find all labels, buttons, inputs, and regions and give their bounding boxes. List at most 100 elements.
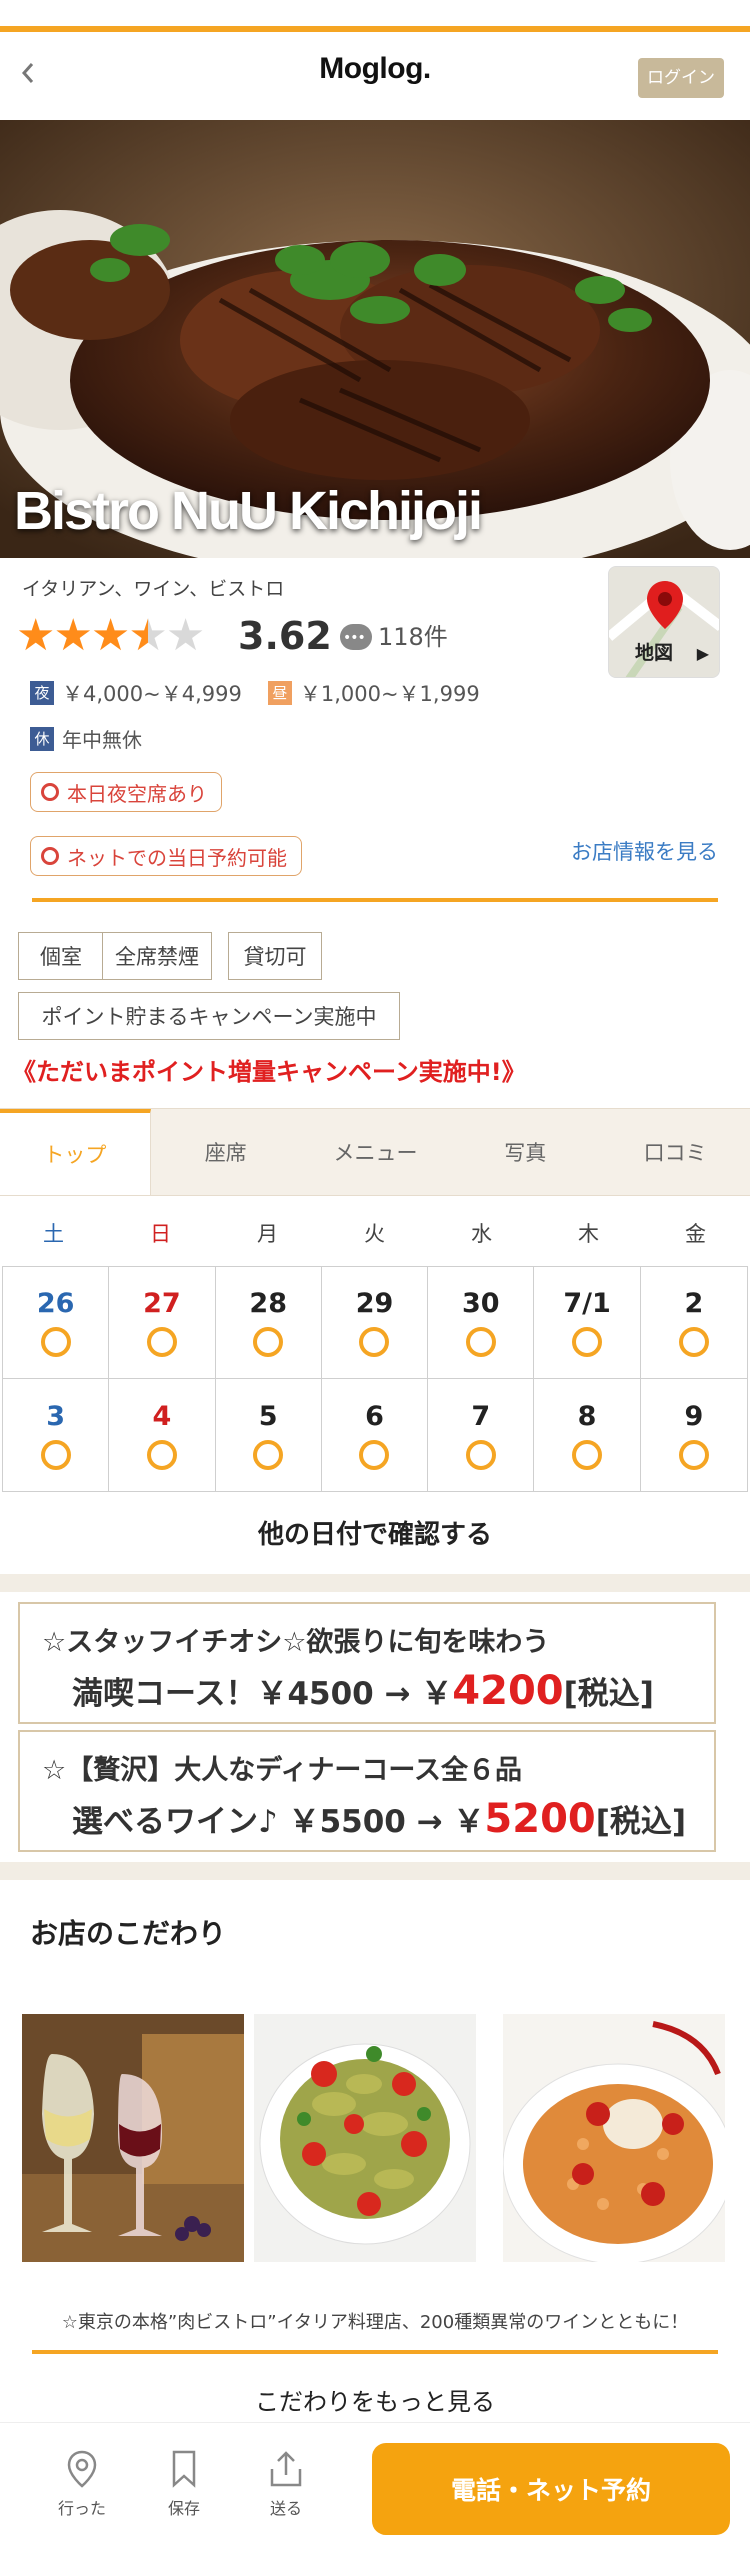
available-circle-icon xyxy=(678,1327,709,1357)
share-button[interactable]: 送る xyxy=(246,2449,326,2519)
course-price-text: 満喫コース！￥4500 → ￥ xyxy=(72,1676,453,1712)
calendar-day[interactable]: 29 xyxy=(321,1267,429,1379)
restaurant-name: Bistro NuU Kichijoji xyxy=(14,481,483,541)
hero-image: Bistro NuU Kichijoji xyxy=(0,120,750,558)
available-circle-icon xyxy=(40,1327,71,1357)
map-label: 地図 xyxy=(635,642,674,664)
tab-top[interactable]: トップ xyxy=(0,1109,151,1195)
tab-menu[interactable]: メニュー xyxy=(301,1109,451,1195)
holiday-row: 休 年中無休 xyxy=(30,724,142,753)
course-title: ☆スタッフイチオシ☆欲張りに旬を味わう xyxy=(42,1627,550,1658)
available-circle-icon xyxy=(572,1327,603,1357)
date-number: 4 xyxy=(152,1400,172,1432)
pasta-photo[interactable] xyxy=(254,2014,476,2262)
availability-calendar: 26 27 28 29 30 7/1 2 3 4 5 6 7 8 9 xyxy=(2,1266,748,1492)
date-number: 9 xyxy=(684,1400,704,1432)
day-of-week: 金 xyxy=(685,1222,706,1246)
course-card[interactable]: ☆スタッフイチオシ☆欲張りに旬を味わう 満喫コース！￥4500 → ￥4200[… xyxy=(18,1602,716,1724)
section-divider xyxy=(0,1862,750,1880)
calendar-day[interactable]: 6 xyxy=(322,1379,429,1491)
course-price-line: 選べるワイン♪ ￥5500 → ￥5200[税込] xyxy=(72,1796,686,1842)
course-price-text: 選べるワイン♪ ￥5500 → ￥ xyxy=(72,1804,485,1840)
available-circle-icon xyxy=(359,1439,390,1470)
save-label: 保存 xyxy=(167,2499,200,2518)
genre-text: イタリアン、ワイン、ビストロ xyxy=(22,578,285,600)
send-label: 送る xyxy=(269,2499,302,2518)
rating-stars: ★ ★ ★ ★ ★ xyxy=(16,610,206,661)
date-number: 6 xyxy=(365,1400,384,1432)
shop-info-link[interactable]: お店情報を見る xyxy=(571,836,718,866)
calendar-day[interactable]: 28 xyxy=(215,1267,322,1379)
campaign-banner: 《ただいまポイント増量キャンペーン実施中!》 xyxy=(12,1058,526,1086)
went-label: 行った xyxy=(57,2499,106,2518)
date-number: 27 xyxy=(143,1288,181,1319)
bookmark-icon xyxy=(172,2450,196,2488)
went-button[interactable]: 行った xyxy=(42,2449,122,2519)
star-icon-filled: ★ xyxy=(16,610,56,661)
feature-tag: 個室 xyxy=(18,932,104,980)
comment-bubble-icon xyxy=(340,621,372,655)
save-button[interactable]: 保存 xyxy=(144,2449,224,2519)
available-circle-icon xyxy=(359,1327,390,1357)
point-campaign-tag: ポイント貯まるキャンペーン実施中 xyxy=(18,992,400,1040)
kodawari-more-link[interactable]: こだわりをもっと見る xyxy=(0,2382,750,2417)
login-button[interactable]: ログイン xyxy=(638,58,724,98)
wine-glass-image xyxy=(22,2014,244,2262)
other-dates-link[interactable]: 他の日付で確認する xyxy=(0,1514,750,1551)
map-button[interactable]: 地図 ▶ xyxy=(608,566,720,678)
date-number: 7/1 xyxy=(563,1288,611,1319)
divider-line xyxy=(32,2350,718,2354)
calendar-day[interactable]: 3 xyxy=(3,1379,110,1491)
available-circle-icon xyxy=(572,1439,603,1470)
online-reservation-text: ネットでの当日予約可能 xyxy=(67,845,287,870)
course-card[interactable]: ☆【贅沢】大人なディナーコース全６品 選べるワイン♪ ￥5500 → ￥5200… xyxy=(18,1730,716,1852)
dinner-badge: 夜 xyxy=(30,681,54,705)
feature-tag: 全席禁煙 xyxy=(102,932,212,980)
calendar-day[interactable]: 26 xyxy=(3,1267,110,1379)
available-circle-icon xyxy=(146,1439,177,1470)
tab-reviews[interactable]: 口コミ xyxy=(600,1109,750,1195)
day-of-week: 木 xyxy=(578,1222,599,1246)
tab-seats[interactable]: 座席 xyxy=(151,1109,301,1195)
tab-bar: トップ 座席 メニュー 写真 口コミ xyxy=(0,1108,750,1196)
calendar-day[interactable]: 2 xyxy=(640,1267,747,1379)
calendar-day[interactable]: 30 xyxy=(428,1267,535,1379)
dinner-price: ￥4,000~￥4,999 xyxy=(62,682,242,706)
date-number: 5 xyxy=(258,1400,278,1432)
review-count-link[interactable]: 118件 xyxy=(340,620,448,655)
calendar-day[interactable]: 27 xyxy=(109,1267,216,1379)
bottom-action-bar: 行った 保存 送る 電話・ネット予約 xyxy=(0,2422,750,2560)
course-title: ☆【贅沢】大人なディナーコース全６品 xyxy=(42,1755,522,1786)
calendar-day[interactable]: 7/1 xyxy=(534,1267,641,1379)
play-arrow-icon: ▶ xyxy=(696,644,709,663)
section-divider xyxy=(0,1574,750,1592)
calendar-day[interactable]: 4 xyxy=(109,1379,216,1491)
day-of-week: 水 xyxy=(471,1222,492,1246)
price-row: 夜 ￥4,000~￥4,999 昼 ￥1,000~￥1,999 xyxy=(30,678,480,708)
location-pin-icon xyxy=(67,2450,97,2488)
reserve-button[interactable]: 電話・ネット予約 xyxy=(372,2443,730,2535)
holiday-text: 年中無休 xyxy=(62,728,142,752)
date-number: 29 xyxy=(355,1288,394,1319)
star-icon-empty: ★ xyxy=(165,610,206,661)
lunch-badge: 昼 xyxy=(267,681,292,705)
lunch-price: ￥1,000~￥1,999 xyxy=(299,682,480,706)
share-icon xyxy=(270,2451,302,2487)
circle-icon xyxy=(41,847,59,865)
available-circle-icon xyxy=(465,1327,496,1357)
calendar-day[interactable]: 9 xyxy=(641,1379,747,1491)
calendar-day[interactable]: 8 xyxy=(534,1379,641,1491)
available-circle-icon xyxy=(146,1327,177,1357)
calendar-day[interactable]: 5 xyxy=(216,1379,322,1491)
wine-photo[interactable] xyxy=(22,2014,244,2262)
course-sale-price: 5200 xyxy=(484,1796,596,1842)
risotto-photo[interactable] xyxy=(503,2014,725,2262)
calendar-day[interactable]: 7 xyxy=(428,1379,535,1491)
date-number: 7 xyxy=(471,1400,491,1432)
day-of-week: 土 xyxy=(43,1222,64,1246)
divider-line xyxy=(32,898,718,902)
day-of-week: 日 xyxy=(150,1222,171,1246)
available-circle-icon xyxy=(40,1439,71,1470)
tab-photos[interactable]: 写真 xyxy=(450,1109,600,1195)
available-circle-icon xyxy=(253,1327,284,1357)
